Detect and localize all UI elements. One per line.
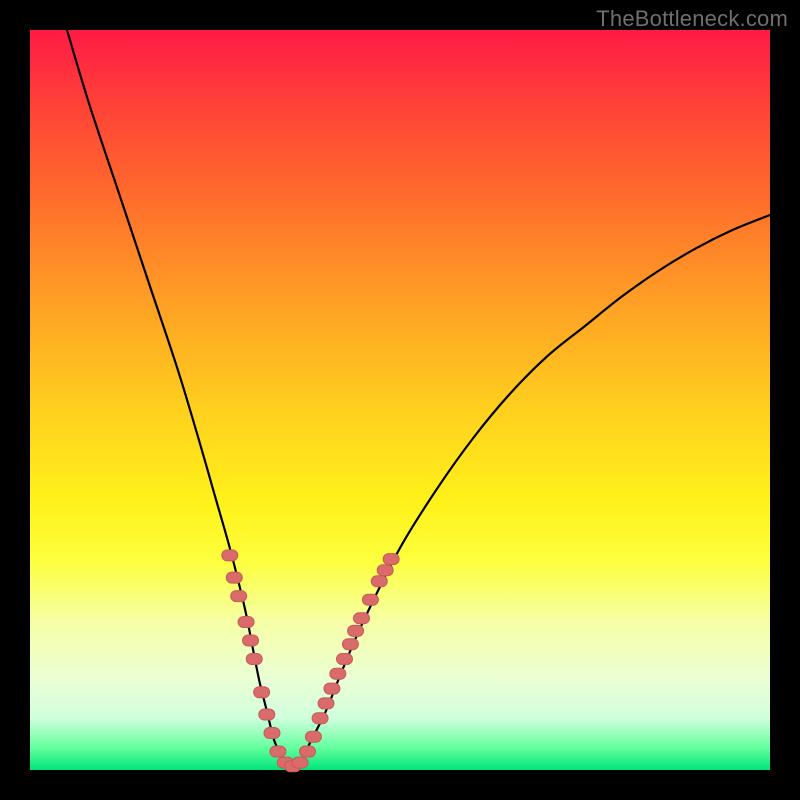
curve-markers [222, 550, 399, 772]
curve-marker [305, 731, 321, 742]
curve-marker [362, 594, 378, 605]
curve-marker [270, 746, 286, 757]
curve-marker [342, 639, 358, 650]
curve-marker [243, 635, 259, 646]
curve-marker [300, 746, 316, 757]
curve-marker [259, 709, 275, 720]
curve-marker [231, 591, 247, 602]
plot-area [30, 30, 770, 770]
bottleneck-curve [67, 30, 770, 768]
curve-marker [318, 698, 334, 709]
curve-marker [330, 668, 346, 679]
curve-marker [292, 757, 308, 768]
curve-marker [226, 572, 242, 583]
curve-layer [30, 30, 770, 770]
curve-marker [354, 613, 370, 624]
curve-marker [238, 617, 254, 628]
curve-marker [337, 654, 353, 665]
curve-marker [377, 565, 393, 576]
curve-marker [324, 683, 340, 694]
curve-marker [312, 713, 328, 724]
watermark-text: TheBottleneck.com [596, 6, 788, 32]
curve-marker [264, 728, 280, 739]
curve-marker [222, 550, 238, 561]
curve-marker [371, 576, 387, 587]
curve-marker [254, 687, 270, 698]
chart-frame: TheBottleneck.com [0, 0, 800, 800]
curve-marker [246, 654, 262, 665]
curve-marker [348, 625, 364, 636]
curve-marker [383, 554, 399, 565]
